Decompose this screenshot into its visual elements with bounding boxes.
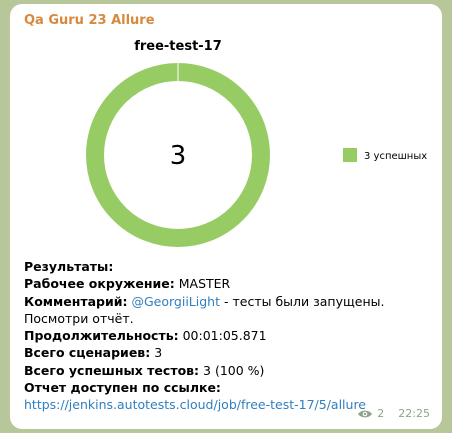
views-count: 2 (377, 407, 385, 420)
environment-value: MASTER (178, 276, 231, 292)
comment-line: Комментарий: @GeorgiiLight - тесты были … (24, 293, 436, 328)
donut-chart: free-test-17 3 3 успешных (86, 39, 427, 247)
chart-legend: 3 успешных (343, 148, 427, 162)
passed-label: Всего успешных тестов: (24, 362, 200, 378)
message-text: Результаты: Рабочее окружение: MASTER Ко… (24, 258, 436, 414)
environment-line: Рабочее окружение: MASTER (24, 275, 436, 292)
report-link[interactable]: https://jenkins.autotests.cloud/job/free… (24, 397, 366, 412)
chart-center-label: 3 (170, 141, 187, 171)
results-label: Результаты: (24, 259, 114, 274)
duration-line: Продолжительность: 00:01:05.871 (24, 327, 436, 344)
comment-label: Комментарий: (24, 293, 128, 309)
message-time: 22:25 (398, 407, 430, 420)
message-meta: 2 22:25 (357, 407, 430, 420)
duration-label: Продолжительность: (24, 328, 179, 344)
legend-label: 3 успешных (364, 151, 427, 162)
eye-icon (358, 410, 373, 417)
message-bubble: Qa Guru 23 Allure free-test-17 3 3 успеш… (10, 4, 442, 429)
scenarios-value: 3 (154, 345, 163, 361)
report-line: Отчет доступен по ссылке: (24, 379, 436, 396)
passed-value: 3 (100 %) (203, 362, 265, 378)
duration-value: 00:01:05.871 (182, 328, 267, 344)
legend-swatch (343, 148, 357, 162)
chart-image[interactable]: free-test-17 3 3 успешных (10, 34, 442, 259)
results-heading: Результаты: (24, 258, 436, 275)
chart-title: free-test-17 (134, 39, 222, 54)
sender-name[interactable]: Qa Guru 23 Allure (24, 13, 155, 28)
report-label: Отчет доступен по ссылке: (24, 380, 221, 396)
passed-line: Всего успешных тестов: 3 (100 %) (24, 362, 436, 379)
scenarios-label: Всего сценариев: (24, 345, 151, 361)
user-mention-link[interactable]: @GeorgiiLight (131, 294, 220, 309)
environment-label: Рабочее окружение: (24, 276, 175, 292)
scenarios-line: Всего сценариев: 3 (24, 344, 436, 361)
